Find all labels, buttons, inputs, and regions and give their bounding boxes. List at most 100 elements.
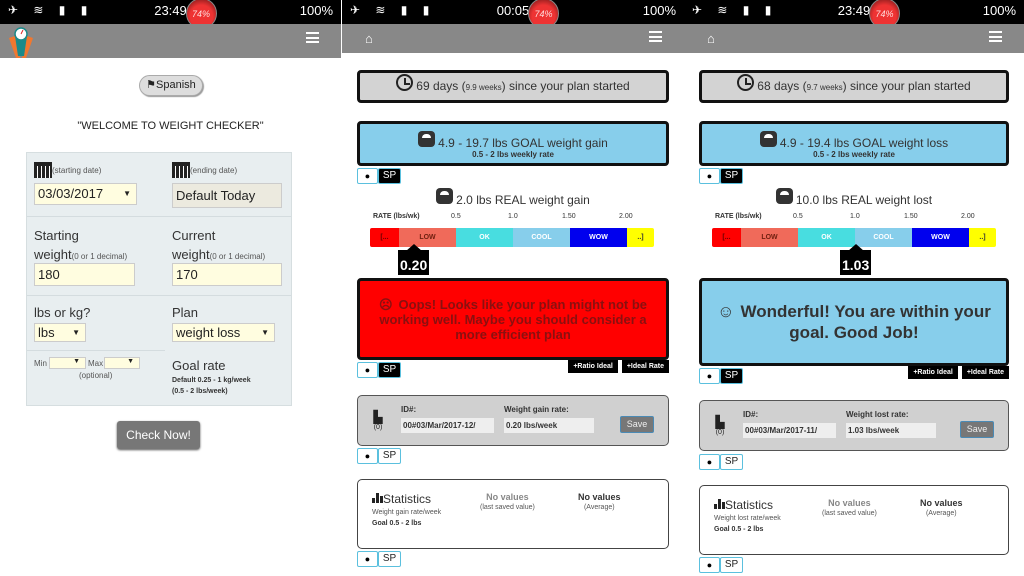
info-icon[interactable]: ● — [699, 168, 720, 184]
menu-icon[interactable] — [306, 32, 319, 43]
rate-marker: 0.20 — [398, 244, 430, 275]
status-bar: ✈ ≋ ▮ ▮ 23:49 74% 100% — [0, 0, 341, 29]
scale-icon — [775, 188, 793, 204]
rate-marker: 1.03 — [840, 244, 872, 275]
last-saved-stat: No values (last saved value) — [480, 492, 535, 511]
flag-icon: ⚑ — [146, 79, 157, 91]
goal-card: 4.9 - 19.7 lbs GOAL weight gain 0.5 - 2 … — [357, 121, 669, 166]
sp-button[interactable]: SP — [720, 168, 743, 184]
scale-icon — [759, 131, 777, 147]
id-field[interactable]: 00#03/Mar/2017-12/ — [401, 418, 494, 433]
save-card: ▙ (0) ID#: 00#03/Mar/2017-11/ Weight lost… — [699, 400, 1009, 451]
info-icon[interactable]: ● — [357, 168, 378, 184]
save-button[interactable]: Save — [620, 416, 654, 433]
rate-segment: WOW — [912, 228, 969, 247]
info-sp-buttons: ● SP — [357, 448, 401, 464]
screen-setup: ✈ ≋ ▮ ▮ 23:49 74% 100% ⚑Spanish "WELCOME… — [0, 0, 341, 576]
rate-field[interactable]: 0.20 lbs/week — [504, 418, 594, 433]
clock-icon — [737, 74, 755, 91]
save-button[interactable]: Save — [960, 421, 994, 438]
min-select[interactable]: ▼ — [49, 357, 86, 369]
chevron-down-icon: ▼ — [123, 189, 131, 198]
rate-segment: ..] — [627, 228, 654, 247]
battery-level: 100% — [982, 3, 1016, 18]
units-select[interactable]: lbs ▼ — [34, 323, 86, 342]
info-icon[interactable]: ● — [699, 557, 720, 573]
calendar-icon — [172, 162, 190, 178]
info-sp-buttons: ● SP — [357, 168, 401, 184]
sp-button[interactable]: SP — [720, 454, 743, 470]
info-icon[interactable]: ● — [357, 551, 378, 567]
optional-hint: (optional) — [79, 371, 113, 380]
info-sp-buttons: ● SP — [699, 454, 743, 470]
min-label: Min — [34, 359, 47, 368]
app-bar: ⌂ — [684, 24, 1024, 53]
app-bar: ⌂ — [342, 24, 684, 53]
statistics-card: Statistics Weight gain rate/week Goal 0.… — [357, 479, 669, 549]
real-weight-change: 10.0 lbs REAL weight lost — [684, 188, 1024, 207]
info-icon[interactable]: ● — [699, 368, 720, 384]
sp-button[interactable]: SP — [378, 448, 401, 464]
ratio-ideal-button[interactable]: +Ratio Ideal — [568, 360, 618, 373]
floppy-icon: ▙ (0) — [373, 410, 383, 431]
sp-button[interactable]: SP — [378, 168, 401, 184]
info-icon[interactable]: ● — [357, 448, 378, 464]
start-date-select[interactable]: 03/03/2017 ▼ — [34, 183, 137, 205]
rate-segment: ..] — [969, 228, 996, 247]
rate-segment: [... — [712, 228, 741, 247]
plan-form: (starting date) 03/03/2017 ▼ (ending date… — [26, 152, 292, 406]
sp-button[interactable]: SP — [378, 551, 401, 567]
scale-icon — [418, 131, 436, 147]
max-label: Max — [88, 359, 104, 368]
check-now-button[interactable]: Check Now! — [117, 421, 200, 449]
rate-segment: LOW — [741, 228, 798, 247]
app-bar — [0, 24, 341, 58]
status-bar: ✈ ≋ ▮ ▮ 23:49 74% 100% — [684, 0, 1024, 29]
bar-chart-icon — [714, 499, 725, 509]
start-weight-input[interactable]: 180 — [34, 263, 135, 286]
statistics-card: Statistics Weight lost rate/week Goal 0.… — [699, 485, 1009, 555]
rate-segment: OK — [456, 228, 513, 247]
screen-result-gain: ✈ ≋ ▮ ▮ 00:05 74% 100% ⌂ 69 days (9.9 we… — [342, 0, 684, 576]
info-sp-buttons: ● SP — [699, 557, 743, 573]
sp-button[interactable]: SP — [720, 368, 743, 384]
ideal-rate-button[interactable]: +Ideal Rate — [621, 360, 669, 373]
average-stat: No values (Average) — [920, 498, 963, 517]
app-logo — [9, 27, 33, 58]
info-icon[interactable]: ● — [699, 454, 720, 470]
ratio-ideal-button[interactable]: +Ratio Ideal — [908, 366, 958, 379]
menu-icon[interactable] — [649, 31, 662, 42]
days-since-start: 69 days (9.9 weeks) since your plan star… — [357, 70, 669, 103]
ideal-rate-button[interactable]: +Ideal Rate — [961, 366, 1009, 379]
status-time: 23:49 — [837, 3, 871, 18]
max-select[interactable]: ▼ — [104, 357, 140, 369]
battery-level: 100% — [642, 3, 676, 18]
sp-button[interactable]: SP — [720, 557, 743, 573]
status-bar: ✈ ≋ ▮ ▮ 00:05 74% 100% — [342, 0, 684, 29]
last-saved-stat: No values (last saved value) — [822, 498, 877, 517]
start-weight-label: Starting weight(0 or 1 decimal) — [34, 228, 128, 262]
rate-field[interactable]: 1.03 lbs/week — [846, 423, 936, 438]
home-icon[interactable]: ⌂ — [365, 31, 373, 46]
screen-result-loss: ✈ ≋ ▮ ▮ 23:49 74% 100% ⌂ 68 days (9.7 we… — [684, 0, 1024, 576]
battery-level: 100% — [299, 3, 333, 18]
current-weight-input[interactable]: 170 — [172, 263, 282, 286]
home-icon[interactable]: ⌂ — [707, 31, 715, 46]
rate-segment: COOL — [513, 228, 570, 247]
rate-segment: [... — [370, 228, 399, 247]
id-field[interactable]: 00#03/Mar/2017-11/ — [743, 423, 836, 438]
plan-select[interactable]: weight loss ▼ — [172, 323, 275, 342]
info-sp-buttons: ● SP — [699, 368, 743, 384]
current-weight-label: Current weight(0 or 1 decimal) — [172, 228, 266, 262]
spanish-button[interactable]: ⚑Spanish — [139, 75, 203, 96]
end-date-field[interactable]: Default Today — [172, 183, 282, 208]
menu-icon[interactable] — [989, 31, 1002, 42]
status-time: 23:49 — [154, 3, 187, 18]
save-card: ▙ (0) ID#: 00#03/Mar/2017-12/ Weight gain… — [357, 395, 669, 446]
info-icon[interactable]: ● — [357, 362, 378, 378]
sp-button[interactable]: SP — [378, 362, 401, 378]
rate-segment: WOW — [570, 228, 627, 247]
result-message: ☹ Oops! Looks like your plan might not be… — [357, 278, 669, 360]
goal-rate-hint: Default 0.25 - 1 kg/week (0.5 - 2 lbs/wee… — [172, 377, 251, 395]
info-sp-buttons: ● SP — [357, 551, 401, 567]
